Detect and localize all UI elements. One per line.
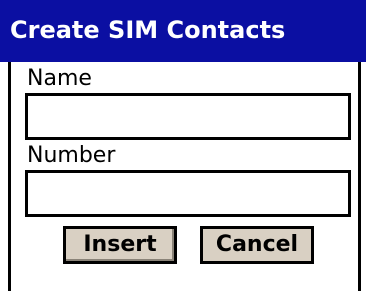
name-input[interactable] [25,93,351,140]
frame-right-border [358,62,361,291]
insert-button[interactable]: Insert [63,226,177,264]
number-label: Number [27,143,116,168]
cancel-button[interactable]: Cancel [200,226,314,264]
frame-left-border [8,62,11,291]
title-bar: Create SIM Contacts [0,0,366,62]
number-input[interactable] [25,170,351,217]
name-label: Name [27,66,92,91]
window-title: Create SIM Contacts [10,16,286,44]
